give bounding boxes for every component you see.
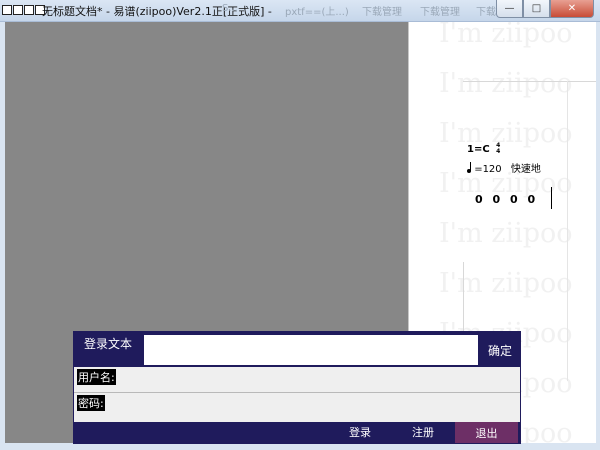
login-button[interactable]: 登录 [349,424,371,440]
key-label: 1=C [467,144,490,155]
password-input[interactable] [116,395,516,415]
page-border [567,81,568,381]
register-button[interactable]: 注册 [412,424,434,440]
login-header: 登录文本 确定 [74,331,520,367]
time-signature: 4 4 [496,143,500,155]
ghost-text: 下载管理 [420,7,460,18]
app-icon [24,5,34,15]
tempo-marking: =120 快速地 [467,160,541,175]
watermark: I'm ziipoo [439,68,573,99]
username-row: 用户名: [74,367,520,393]
score-notes[interactable]: 0 0 0 0 [475,193,535,206]
watermark: I'm ziipoo [439,22,573,49]
ghost-text: S... [222,3,238,14]
confirm-button[interactable]: 确定 [482,335,518,365]
password-row: 密码: [74,393,520,418]
watermark: I'm ziipoo [439,118,573,149]
text-cursor [551,187,552,209]
ghost-text: pxtf==(上...) [285,7,349,18]
app-icons [2,5,45,15]
quarter-note-icon [467,162,471,173]
login-dialog: 登录文本 确定 用户名: 密码: 登录 注册 退出 [73,331,521,444]
ghost-text: 下载管理 [362,7,402,18]
password-label: 密码: [77,395,105,411]
watermark: I'm ziipoo [439,268,573,299]
app-icon [13,5,23,15]
login-text-input[interactable] [144,335,478,365]
app-icon [2,5,12,15]
maximize-button[interactable]: □ [523,0,550,18]
login-footer: 登录 注册 退出 [74,422,520,443]
time-signature-bottom: 4 [496,148,501,155]
window-controls: — □ ✕ [496,0,594,18]
key-signature: 1=C 4 4 [467,143,500,156]
minimize-button[interactable]: — [496,0,523,18]
username-input[interactable] [116,369,516,389]
watermark: I'm ziipoo [439,218,573,249]
title-bar: 无标题文档* - 易谱(ziipoo)Ver2.1正[正式版] - S... p… [0,0,600,22]
username-label: 用户名: [77,369,116,385]
tempo-text: 快速地 [510,164,541,175]
page-border [463,81,596,82]
exit-button[interactable]: 退出 [455,422,518,443]
close-button[interactable]: ✕ [550,0,594,18]
tempo-value: =120 [474,164,502,175]
login-title: 登录文本 [84,337,133,351]
